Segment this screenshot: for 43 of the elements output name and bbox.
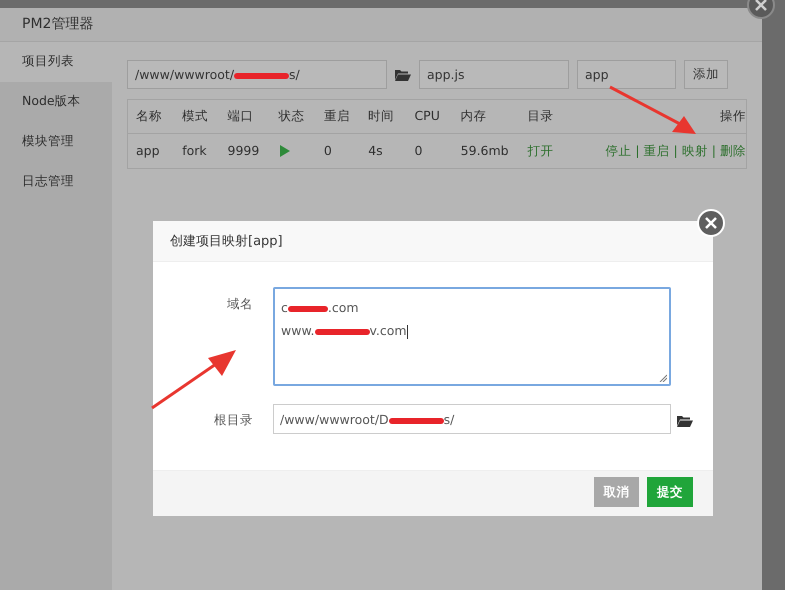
domain-textarea[interactable]: c .com www. v.com [273,287,671,386]
column-header: 名称 [136,107,163,126]
sidebar-item[interactable]: 模块管理 [0,122,112,162]
field-label: 域名 [227,296,253,311]
separator: | [674,142,678,160]
table-cell-text: 9999 [228,142,260,160]
resize-grip-icon[interactable] [659,374,667,382]
root-dir-field[interactable]: /www/wwwroot/D s/ [273,404,671,434]
table-cell-text: 0 [414,142,424,160]
column-header: 时间 [368,107,396,126]
path-field[interactable]: /www/wwwroot/ s/ [127,60,387,89]
column-header: 端口 [228,107,254,126]
name-field[interactable]: app [577,60,676,89]
action-link[interactable]: 映射 [682,142,708,160]
table-cell-text: 4s [368,142,384,160]
action-link[interactable]: 删除 [720,142,746,160]
sidebar-item[interactable]: 项目列表 [0,42,112,82]
column-header: 操作 [718,107,746,126]
column-header: 重启 [324,107,351,126]
field-label: 根目录 [214,412,253,427]
table-cell-text: fork [182,142,208,160]
window-title: PM2管理器 [0,8,762,42]
column-header: 模式 [182,107,210,126]
separator: | [635,142,640,160]
file-field[interactable]: app.js [419,60,569,89]
dialog-title: 创建项目映射[app] [153,221,713,262]
column-header: 目录 [528,107,555,126]
column-header: 内存 [460,107,488,126]
table-cell-text: 0 [324,142,333,160]
table-cell-text: 59.6mb [460,142,510,160]
table-cell-text: app [136,142,161,160]
open-link[interactable]: 打开 [528,142,554,158]
folder-icon[interactable] [677,415,693,428]
sidebar-item[interactable]: Node版本 [0,82,112,122]
submit-button[interactable]: 提交 [647,477,693,507]
folder-icon[interactable] [395,68,411,82]
separator: | [712,142,716,160]
add-button[interactable]: 添加 [684,60,728,89]
column-header: 状态 [278,107,306,126]
sidebar-item[interactable]: 日志管理 [0,162,112,202]
action-link[interactable]: 停止 [605,142,632,160]
action-link[interactable]: 重启 [644,142,670,160]
column-header: CPU [414,107,441,126]
